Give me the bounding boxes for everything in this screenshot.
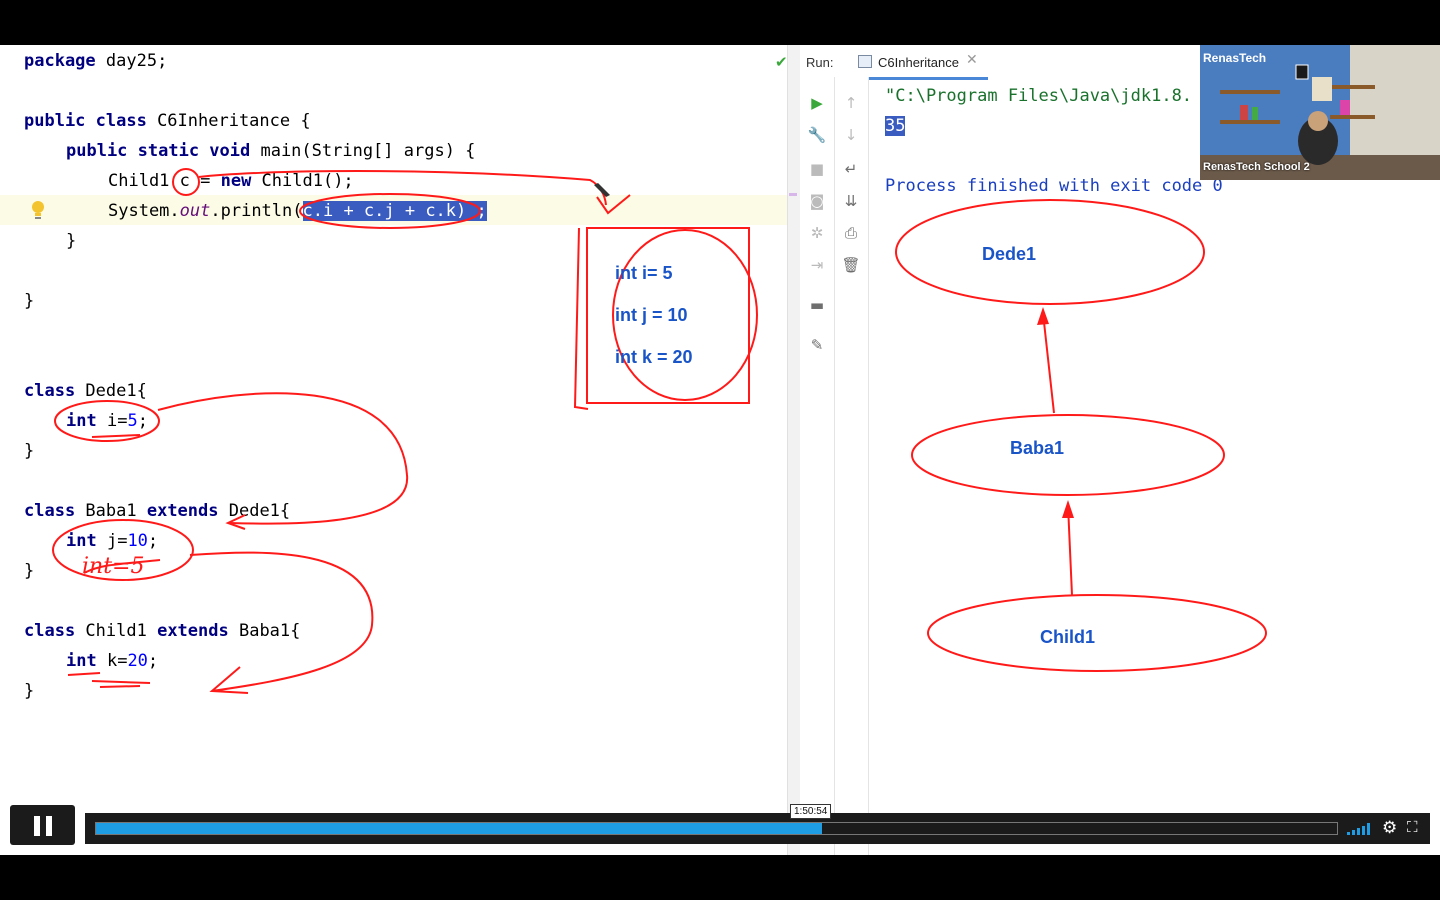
video-control-bar: ⚙ ⛶ (85, 813, 1430, 844)
code-line-21: int k=20; (66, 651, 159, 671)
close-icon[interactable]: ✕ (966, 52, 978, 68)
webcam-overlay: RenasTech RenasTech School 2 (1200, 45, 1440, 180)
webcam-scene (1200, 45, 1440, 180)
code-line-22: } (24, 681, 35, 701)
scroll-to-end-icon[interactable]: ⇊ (841, 191, 861, 211)
code-editor[interactable]: ✔ package day25; public class C6Inherita… (0, 45, 788, 855)
video-frame: ✔ package day25; public class C6Inherita… (0, 45, 1440, 855)
debug-icon[interactable]: ✲ (807, 223, 827, 243)
layout-icon[interactable]: ▬ (807, 295, 827, 315)
tab-c6inheritance[interactable]: C6Inheritance ✕ (842, 45, 988, 80)
checkmark-icon: ✔ (775, 53, 788, 71)
code-line-7: } (66, 231, 77, 251)
volume-icon[interactable] (1347, 823, 1373, 835)
console-tab-icon (858, 55, 872, 68)
progress-bar[interactable] (95, 822, 1338, 835)
diagram-label-dede1: Dede1 (982, 244, 1037, 264)
code-line-1: package day25; (24, 51, 168, 71)
pin-icon[interactable]: ✎ (807, 335, 827, 355)
lightbulb-icon[interactable] (31, 200, 45, 220)
diagram-label-baba1: Baba1 (1010, 438, 1065, 458)
wrench-icon[interactable]: 🔧 (807, 125, 827, 145)
console-finished-line: Process finished with exit code 0 (885, 176, 1223, 196)
code-line-13: int i=5; (66, 411, 148, 431)
code-line-20: class Child1 extends Baba1{ (24, 621, 301, 641)
console-command-line: "C:\Program Files\Java\jdk1.8. (885, 86, 1193, 106)
webcam-label: RenasTech School 2 (1203, 161, 1310, 173)
camera-icon[interactable]: ◙ (807, 191, 827, 211)
code-line-6: System.out.println(c.i + c.j + c.k) ; (108, 201, 487, 221)
arrow-up-icon[interactable]: ↑ (841, 93, 861, 113)
editor-scrollbar[interactable] (787, 45, 801, 855)
scroll-marker (789, 193, 797, 196)
pause-icon (34, 816, 40, 836)
trash-icon[interactable]: 🗑 (841, 255, 861, 275)
arrow-down-icon[interactable]: ↓ (841, 125, 861, 145)
box-line-k: int k = 20 (615, 347, 693, 367)
run-toolbar-right: ↑ ↓ ↵ ⇊ ⎙ 🗑 (835, 77, 869, 855)
console-output-line: 35 (885, 111, 906, 141)
console-output[interactable]: "C:\Program Files\Java\jdk1.8. 35 Proces… (885, 81, 1223, 196)
run-label: Run: (806, 55, 834, 70)
code-line-18: } (24, 561, 35, 581)
exit-icon[interactable]: ⇥ (807, 255, 827, 275)
pause-button[interactable] (10, 805, 75, 845)
code-line-17: int j=10; (66, 531, 159, 551)
box-line-j: int j = 10 (615, 305, 688, 325)
selected-expression: c.i + c.j + c.k) ; (302, 201, 487, 221)
rerun-icon[interactable]: ▶ (807, 93, 827, 113)
diagram-label-child1: Child1 (1040, 627, 1096, 647)
code-line-14: } (24, 441, 35, 461)
fullscreen-icon[interactable]: ⛶ (1407, 818, 1418, 836)
run-toolbar-left: ▶ 🔧 ■ ◙ ✲ ⇥ ▬ ✎ (800, 77, 835, 855)
code-line-3: public class C6Inheritance { (24, 111, 311, 131)
box-line-i: int i= 5 (615, 263, 673, 283)
tab-label: C6Inheritance (878, 55, 959, 70)
code-line-5: Child1 c = new Child1(); (108, 171, 354, 191)
output-value: 35 (885, 116, 906, 136)
code-line-12: class Dede1{ (24, 381, 147, 401)
progress-fill (96, 823, 822, 834)
soft-wrap-icon[interactable]: ↵ (841, 159, 861, 179)
stop-icon[interactable]: ■ (807, 159, 827, 179)
renastech-logo: RenasTech (1203, 51, 1267, 65)
pause-icon-bar (46, 816, 52, 836)
code-line-4: public static void main(String[] args) { (66, 141, 476, 161)
code-line-16: class Baba1 extends Dede1{ (24, 501, 291, 521)
code-line-9: } (24, 291, 35, 311)
gear-icon[interactable]: ⚙ (1382, 818, 1397, 838)
time-tooltip: 1:50:54 (790, 804, 832, 819)
print-icon[interactable]: ⎙ (841, 223, 861, 243)
